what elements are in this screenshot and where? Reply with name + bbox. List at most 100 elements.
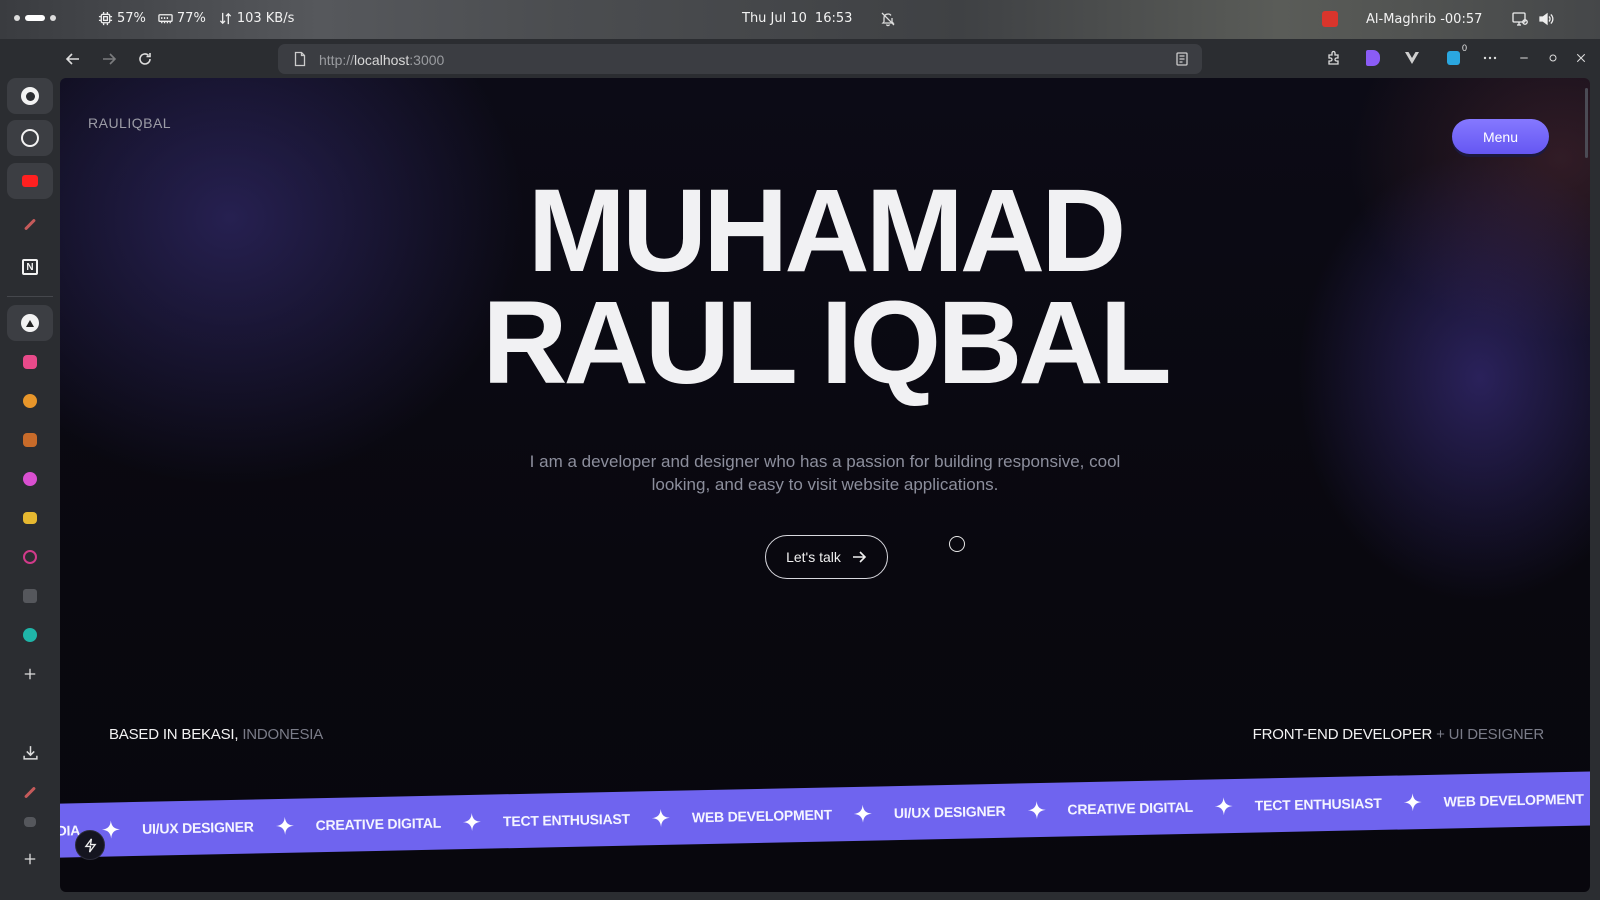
site-logo[interactable]: RAULIQBAL [88,115,171,131]
marquee-item: UI/UX DESIGNER [141,818,254,837]
reload-button[interactable] [134,48,156,70]
sparkle-icon [853,804,872,823]
volume-icon[interactable] [1538,11,1554,27]
sidebar-item-app-5[interactable] [7,461,53,497]
sidebar-downloads[interactable] [7,734,53,770]
marquee-item: CREATIVE DIGITAL [315,814,442,834]
sidebar-item-app-1[interactable] [7,305,53,341]
address-bar[interactable]: http://localhost:3000 [278,44,1202,74]
cpu-icon [98,11,113,26]
arrow-left-icon [65,53,79,65]
sidebar-item-app-4[interactable] [7,422,53,458]
hero-title-line-2: RAUL IQBAL [482,277,1171,409]
sidebar-item-app-3[interactable] [7,383,53,419]
bell-off-icon[interactable] [880,11,896,27]
browser-toolbar: http://localhost:3000 0 [0,39,1600,78]
sparkle-icon [1027,801,1046,820]
sparkle-icon [1403,793,1422,812]
lightning-icon [84,838,96,852]
app-icon [23,394,37,408]
sidebar-item-github[interactable] [7,78,53,114]
sidebar-item-app-10[interactable] [7,804,53,840]
sidebar-item-openai[interactable] [7,120,53,156]
memory-icon [158,14,173,24]
webpage-viewport: RAULIQBAL Menu MUHAMAD RAUL IQBAL I am a… [60,78,1590,892]
marquee-item: UI/UX DESIGNER [893,802,1006,822]
network-speed: 103 KB/s [218,11,294,26]
sparkle-icon [463,812,481,831]
cpu-usage: 57% [98,11,146,26]
reload-icon [139,53,151,65]
sidebar-add-button[interactable] [7,656,53,692]
extensions-icon[interactable] [1324,48,1344,68]
app-icon [24,817,36,827]
hero-title: MUHAMAD RAUL IQBAL [60,165,1590,409]
sidebar-item-pen[interactable] [7,206,53,242]
marquee-item: WEB DEVELOPMENT [691,806,833,826]
hero-title-line-1: MUHAMAD [527,165,1127,297]
notion-icon: N [22,259,38,275]
sidebar-item-app-6[interactable] [7,500,53,536]
app-icon [23,355,37,369]
clock[interactable]: Thu Jul 10 16:53 [742,11,852,26]
memory-usage: 77% [158,11,206,26]
sidebar-item-app-2[interactable] [7,344,53,380]
reader-mode-icon[interactable] [1174,51,1190,67]
role-text: FRONT-END DEVELOPER + UI DESIGNER [1252,726,1545,743]
display-settings-icon[interactable] [1512,11,1529,27]
network-arrows-icon [219,12,231,25]
more-options-icon[interactable] [1480,48,1500,68]
marquee-item: CREATIVE DIGITAL [1067,798,1193,818]
pen-icon [23,217,37,231]
workspace-indicator[interactable] [14,15,56,21]
app-icon [23,512,37,524]
sidebar-item-app-9[interactable] [7,617,53,653]
pen-icon [23,785,37,799]
os-top-bar: 57% 77% 103 KB/s Thu Jul 10 16:53 Al-Mag… [0,0,1600,39]
extension-badge-icon[interactable]: 0 [1443,43,1467,68]
page-icon [294,51,306,67]
prayer-time: Al-Maghrib -00:57 [1366,11,1483,27]
download-icon [22,745,38,760]
add-icon [24,668,36,680]
app-icon [23,628,37,642]
menu-button[interactable]: Menu [1452,119,1549,154]
lets-talk-button[interactable]: Let's talk [765,535,888,579]
sparkle-icon [651,808,670,827]
calendar-app-icon[interactable] [1322,11,1338,27]
sidebar-item-notion[interactable]: N [7,249,53,285]
sidebar-item-youtube[interactable] [7,163,53,199]
back-button[interactable] [62,48,84,70]
sidebar-add-button-2[interactable] [7,841,53,877]
close-window-icon[interactable] [1571,48,1591,68]
app-icon [21,314,39,332]
sparkle-icon [275,816,294,835]
app-icon [23,589,37,603]
minimize-window-icon[interactable] [1514,48,1534,68]
youtube-icon [22,175,38,187]
app-icon [23,433,37,447]
forward-button[interactable] [98,48,120,70]
skills-marquee: MEDIA UI/UX DESIGNER CREATIVE DIGITAL TECT… [60,770,1590,858]
add-icon [24,853,36,865]
sidebar-divider [7,296,53,297]
d-extension-icon[interactable] [1363,48,1383,68]
arrow-right-icon [103,53,117,65]
location-text: BASED IN BEKASI, INDONESIA [109,726,324,743]
vue-devtools-icon[interactable] [1402,48,1422,68]
app-icon [23,472,37,486]
sidebar-item-app-8[interactable] [7,578,53,614]
maximize-window-icon[interactable] [1543,48,1563,68]
marquee-item: WEB DEVELOPMENT [1443,790,1584,810]
url-text: http://localhost:3000 [319,52,445,68]
lets-talk-label: Let's talk [786,549,841,565]
sidebar-item-app-7[interactable] [7,539,53,575]
arrow-right-icon [852,551,867,563]
scrollbar[interactable] [1585,88,1588,158]
openai-icon [21,129,39,147]
github-icon [21,87,39,105]
dev-tools-button[interactable] [75,830,105,860]
marquee-item: TECT ENTHUSIAST [502,810,631,830]
sparkle-icon [1214,797,1233,816]
sparkle-icon [102,820,121,839]
